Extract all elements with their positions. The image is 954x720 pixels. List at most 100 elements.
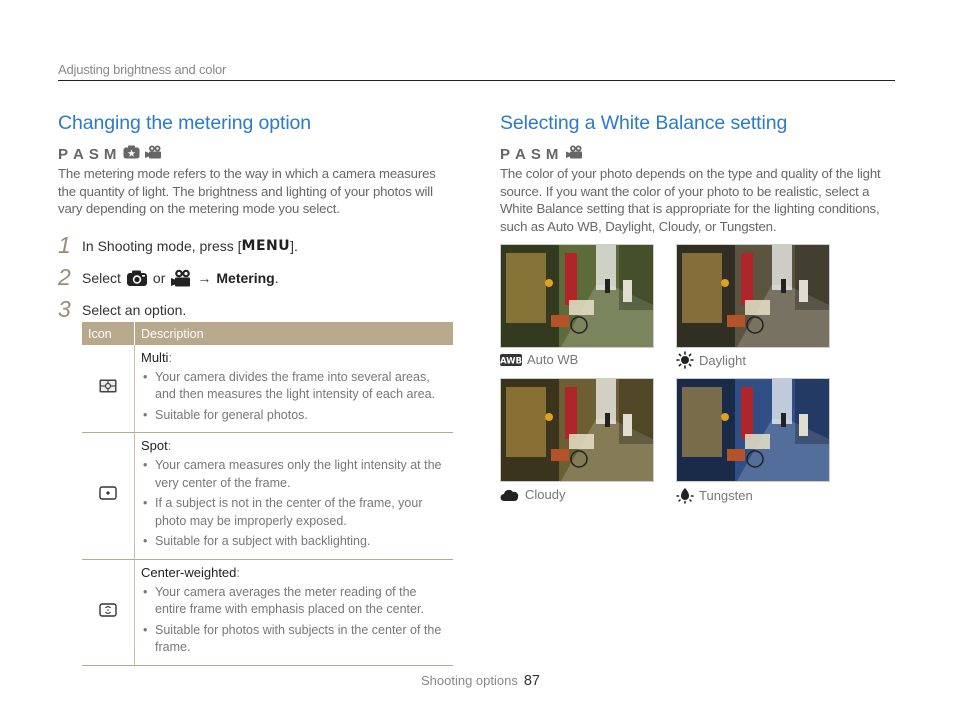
bullet-item: Your camera averages the meter reading o… <box>141 584 447 619</box>
smart-mode-icon <box>123 145 140 163</box>
white-balance-section: Selecting a White Balance setting P A S … <box>500 112 885 235</box>
mode-m: M <box>103 145 120 163</box>
photo-shape <box>745 300 770 315</box>
caption-cloudy: Cloudy <box>500 487 565 502</box>
photo-shape <box>569 300 594 315</box>
mode-m: M <box>545 145 562 163</box>
step-text: Select or → Metering. <box>82 269 279 287</box>
mode-a: A <box>73 145 87 163</box>
mode-s: S <box>530 145 544 163</box>
caption-daylight: Daylight <box>676 351 746 369</box>
photo-shape <box>569 434 594 449</box>
caption-tungsten: Tungsten <box>676 486 753 504</box>
description-cell: Center-weighted: Your camera averages th… <box>134 559 453 666</box>
bullet-item: Suitable for photos with subjects in the… <box>141 622 447 657</box>
bullet-item: Suitable for general photos. <box>141 407 447 425</box>
step-number: 3 <box>58 296 71 323</box>
photo-shape <box>781 279 786 293</box>
section-header: Adjusting brightness and color <box>58 62 227 77</box>
photo-shape <box>551 449 569 461</box>
footer-section: Shooting options <box>421 673 518 688</box>
white-balance-modes: P A S M <box>500 145 885 163</box>
center-weighted-metering-icon <box>99 602 117 620</box>
row-title: Spot <box>141 438 168 454</box>
photo-shape <box>623 414 632 436</box>
mode-a: A <box>515 145 529 163</box>
white-balance-intro: The color of your photo depends on the t… <box>500 166 881 234</box>
description-cell: Multi: Your camera divides the frame int… <box>134 345 453 434</box>
photo-image <box>677 379 829 481</box>
icon-cell <box>82 432 135 560</box>
bullet-item: Suitable for a subject with backlighting… <box>141 533 447 551</box>
mode-p: P <box>500 145 514 163</box>
photo-image <box>501 245 653 347</box>
step-text-pre: In Shooting mode, press [ <box>82 237 242 254</box>
auto-wb-icon: AWB <box>500 353 522 366</box>
metering-section: Changing the metering option P A S M The… <box>58 112 454 326</box>
page-number: 87 <box>523 673 540 689</box>
step-text: Select an option. <box>82 301 187 318</box>
photo-shape <box>721 279 729 287</box>
white-balance-title: Selecting a White Balance setting <box>500 112 788 134</box>
mode-p: P <box>58 145 72 163</box>
photo-shape <box>506 253 546 323</box>
step-number: 2 <box>58 264 71 291</box>
movie-mode-icon <box>565 145 583 163</box>
step-3: 3 Select an option. <box>58 294 454 326</box>
page-footer: Shooting options 87 <box>421 673 540 689</box>
cloudy-icon <box>500 488 520 502</box>
photo-tungsten <box>676 378 830 482</box>
step-number: 1 <box>58 232 71 259</box>
photo-cloudy <box>500 378 654 482</box>
bullet-list: Your camera divides the frame into sever… <box>141 369 447 425</box>
step-text-post: ]. <box>290 237 298 254</box>
caption-auto-wb: AWB Auto WB <box>500 352 578 367</box>
bullet-list: Your camera measures only the light inte… <box>141 457 447 551</box>
mode-s: S <box>88 145 102 163</box>
photo-shape <box>506 387 546 457</box>
photo-shape <box>781 413 786 427</box>
step-arrow: → <box>197 269 212 286</box>
metering-modes: P A S M <box>58 145 454 163</box>
photo-shape <box>727 315 745 327</box>
daylight-icon <box>676 351 694 369</box>
movie-mode-icon <box>144 145 162 163</box>
table-header-row: Icon Description <box>82 322 453 345</box>
header-description: Description <box>134 322 453 345</box>
spot-metering-icon <box>99 486 117 503</box>
photo-shape <box>682 253 722 323</box>
step-1: 1 In Shooting mode, press [MENU]. <box>58 230 454 262</box>
step-2: 2 Select or → Metering. <box>58 262 454 294</box>
photo-shape <box>799 414 808 436</box>
photo-shape <box>745 434 770 449</box>
step-text-pre: Select <box>82 269 121 286</box>
photo-shape <box>565 253 577 305</box>
table-row: Center-weighted: Your camera averages th… <box>82 559 453 666</box>
photo-shape <box>551 315 569 327</box>
photo-shape <box>721 413 729 421</box>
caption-label: Cloudy <box>525 487 566 502</box>
metering-table: Icon Description Multi: Your camera divi… <box>82 322 453 666</box>
row-title: Center-weighted <box>141 564 237 580</box>
step-or: or <box>152 269 166 286</box>
bullet-item: If a subject is not in the center of the… <box>141 495 447 530</box>
photo-shape <box>623 280 632 302</box>
photo-shape <box>545 413 553 421</box>
photo-daylight <box>676 244 830 348</box>
header-divider <box>58 80 895 81</box>
icon-cell <box>82 559 135 666</box>
photo-shape <box>565 387 577 439</box>
menu-key: MENU <box>241 237 291 254</box>
photo-shape <box>545 279 553 287</box>
photo-shape <box>741 253 753 305</box>
caption-label: Daylight <box>699 352 746 368</box>
table-row: Multi: Your camera divides the frame int… <box>82 345 453 434</box>
header-icon: Icon <box>82 322 135 345</box>
caption-label: Auto WB <box>527 352 579 367</box>
table-row: Spot: Your camera measures only the ligh… <box>82 432 453 560</box>
step-text-post: . <box>274 269 279 286</box>
movie-menu-icon <box>170 269 192 287</box>
photo-image <box>501 379 653 481</box>
photo-shape <box>605 279 610 293</box>
photo-auto-wb <box>500 244 654 348</box>
